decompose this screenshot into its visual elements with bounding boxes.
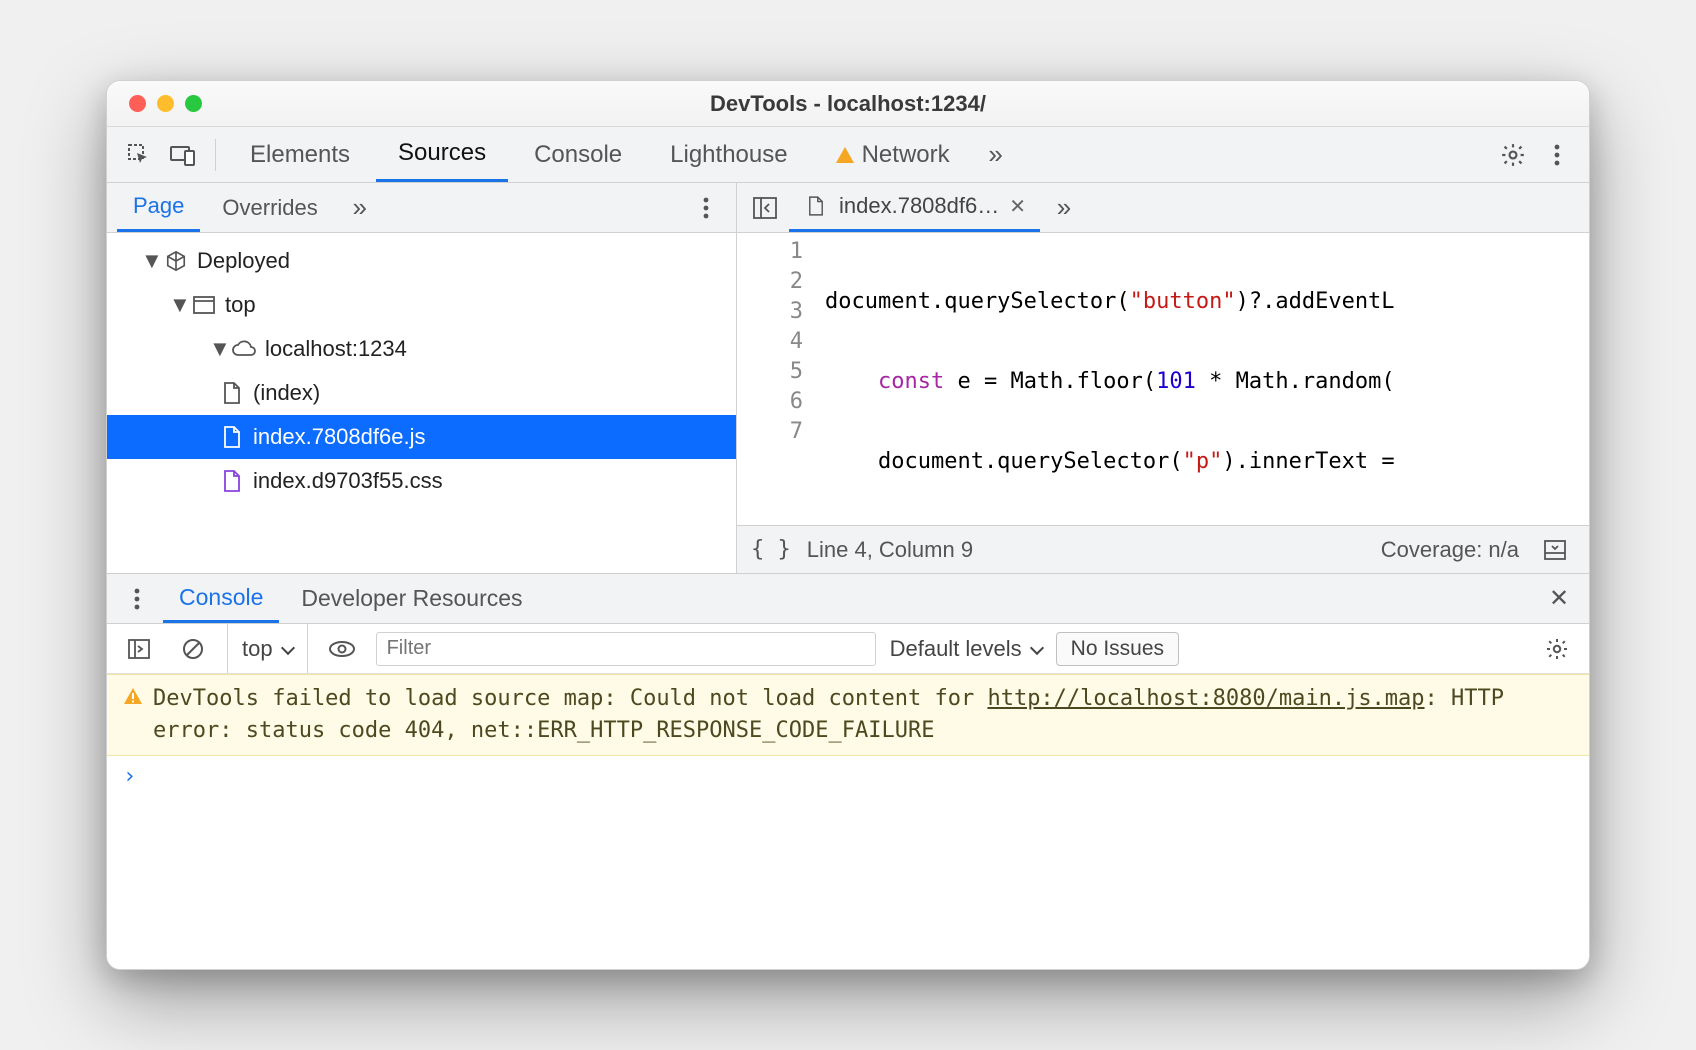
frame-icon bbox=[191, 292, 217, 318]
window-title: DevTools - localhost:1234/ bbox=[107, 91, 1589, 117]
show-drawer-icon[interactable] bbox=[1535, 530, 1575, 570]
drawer-kebab-icon[interactable] bbox=[117, 579, 157, 619]
editor-tabstrip: index.7808df6… ✕ » bbox=[737, 183, 1589, 233]
tab-elements[interactable]: Elements bbox=[228, 127, 372, 182]
cube-icon bbox=[163, 248, 189, 274]
cloud-icon bbox=[231, 336, 257, 362]
close-drawer-icon[interactable]: ✕ bbox=[1539, 579, 1579, 619]
filter-input[interactable] bbox=[376, 632, 876, 666]
separator bbox=[215, 139, 216, 171]
tree-deployed-label: Deployed bbox=[197, 248, 290, 274]
tree-top[interactable]: ▼ top bbox=[107, 283, 736, 327]
titlebar: DevTools - localhost:1234/ bbox=[107, 81, 1589, 127]
drawer-tab-dev-resources[interactable]: Developer Resources bbox=[285, 574, 538, 623]
line-gutter: 1 2 3 4 5 6 7 bbox=[737, 233, 825, 525]
drawer-tabstrip: Console Developer Resources ✕ bbox=[107, 574, 1589, 624]
navigator-pane: Page Overrides » ▼ Deployed ▼ top bbox=[107, 183, 737, 573]
toggle-sidebar-icon[interactable] bbox=[119, 629, 159, 669]
document-icon bbox=[219, 424, 245, 450]
close-window-button[interactable] bbox=[129, 95, 146, 112]
document-icon bbox=[219, 468, 245, 494]
editor-tab-file[interactable]: index.7808df6… ✕ bbox=[789, 183, 1040, 232]
document-icon bbox=[219, 380, 245, 406]
inspect-element-icon[interactable] bbox=[119, 135, 159, 175]
tree-file-css-label: index.d9703f55.css bbox=[253, 468, 443, 494]
code-content: document.querySelector("button")?.addEve… bbox=[825, 233, 1589, 525]
tab-sources[interactable]: Sources bbox=[376, 127, 508, 182]
tree-file-index-label: (index) bbox=[253, 380, 320, 406]
minimize-window-button[interactable] bbox=[157, 95, 174, 112]
main-tabstrip: Elements Sources Console Lighthouse Netw… bbox=[107, 127, 1589, 183]
editor-pane: index.7808df6… ✕ » 1 2 3 4 5 6 7 documen… bbox=[737, 183, 1589, 573]
log-level-label: Default levels bbox=[890, 636, 1022, 662]
tree-top-label: top bbox=[225, 292, 256, 318]
settings-icon[interactable] bbox=[1493, 135, 1533, 175]
warning-icon bbox=[123, 687, 143, 747]
chevron-down-icon bbox=[1028, 636, 1042, 662]
device-toolbar-icon[interactable] bbox=[163, 135, 203, 175]
live-expression-icon[interactable] bbox=[322, 629, 362, 669]
kebab-menu-icon[interactable] bbox=[1537, 135, 1577, 175]
drawer-tab-console[interactable]: Console bbox=[163, 574, 279, 623]
document-icon bbox=[803, 193, 829, 219]
file-tree: ▼ Deployed ▼ top ▼ localhost:1234 (index… bbox=[107, 233, 736, 573]
chevron-down-icon bbox=[279, 636, 293, 662]
window-controls bbox=[107, 95, 202, 112]
console-warning-text: DevTools failed to load source map: Coul… bbox=[153, 683, 1573, 747]
navigator-more-tabs[interactable]: » bbox=[340, 188, 380, 228]
console-prompt[interactable]: › bbox=[107, 756, 1589, 797]
cursor-position: Line 4, Column 9 bbox=[807, 537, 973, 563]
issues-button[interactable]: No Issues bbox=[1056, 632, 1179, 666]
console-warning-row[interactable]: DevTools failed to load source map: Coul… bbox=[107, 674, 1589, 756]
tab-console[interactable]: Console bbox=[512, 127, 644, 182]
coverage-status: Coverage: n/a bbox=[1381, 537, 1519, 563]
more-tabs-button[interactable]: » bbox=[976, 135, 1016, 175]
editor-tab-label: index.7808df6… bbox=[839, 193, 999, 219]
sources-panel: Page Overrides » ▼ Deployed ▼ top bbox=[107, 183, 1589, 573]
tree-origin[interactable]: ▼ localhost:1234 bbox=[107, 327, 736, 371]
console-drawer: Console Developer Resources ✕ top Defaul… bbox=[107, 573, 1589, 969]
navigator-kebab-icon[interactable] bbox=[686, 188, 726, 228]
toggle-navigator-icon[interactable] bbox=[745, 188, 785, 228]
source-map-url-link[interactable]: http://localhost:8080/main.js.map bbox=[987, 686, 1424, 711]
context-selector[interactable]: top bbox=[227, 624, 308, 673]
log-level-selector[interactable]: Default levels bbox=[890, 636, 1042, 662]
navigator-tab-overrides[interactable]: Overrides bbox=[206, 183, 333, 232]
close-tab-icon[interactable]: ✕ bbox=[1009, 194, 1026, 219]
tree-origin-label: localhost:1234 bbox=[265, 336, 407, 362]
console-settings-icon[interactable] bbox=[1537, 629, 1577, 669]
tree-file-css[interactable]: index.d9703f55.css bbox=[107, 459, 736, 503]
console-output: DevTools failed to load source map: Coul… bbox=[107, 674, 1589, 969]
code-editor[interactable]: 1 2 3 4 5 6 7 document.querySelector("bu… bbox=[737, 233, 1589, 525]
editor-more-tabs[interactable]: » bbox=[1044, 188, 1084, 228]
context-label: top bbox=[242, 636, 273, 662]
tree-deployed[interactable]: ▼ Deployed bbox=[107, 239, 736, 283]
tab-network-label: Network bbox=[862, 141, 950, 169]
tree-file-js-label: index.7808df6e.js bbox=[253, 424, 425, 450]
editor-statusbar: { } Line 4, Column 9 Coverage: n/a bbox=[737, 525, 1589, 573]
tab-lighthouse[interactable]: Lighthouse bbox=[648, 127, 809, 182]
tab-network[interactable]: Network bbox=[814, 127, 972, 182]
pretty-print-icon[interactable]: { } bbox=[751, 537, 791, 562]
devtools-window: DevTools - localhost:1234/ Elements Sour… bbox=[106, 80, 1590, 970]
maximize-window-button[interactable] bbox=[185, 95, 202, 112]
navigator-tab-page[interactable]: Page bbox=[117, 183, 200, 232]
tree-file-js[interactable]: index.7808df6e.js bbox=[107, 415, 736, 459]
console-toolbar: top Default levels No Issues bbox=[107, 624, 1589, 674]
navigator-tabstrip: Page Overrides » bbox=[107, 183, 736, 233]
clear-console-icon[interactable] bbox=[173, 629, 213, 669]
tree-file-index[interactable]: (index) bbox=[107, 371, 736, 415]
